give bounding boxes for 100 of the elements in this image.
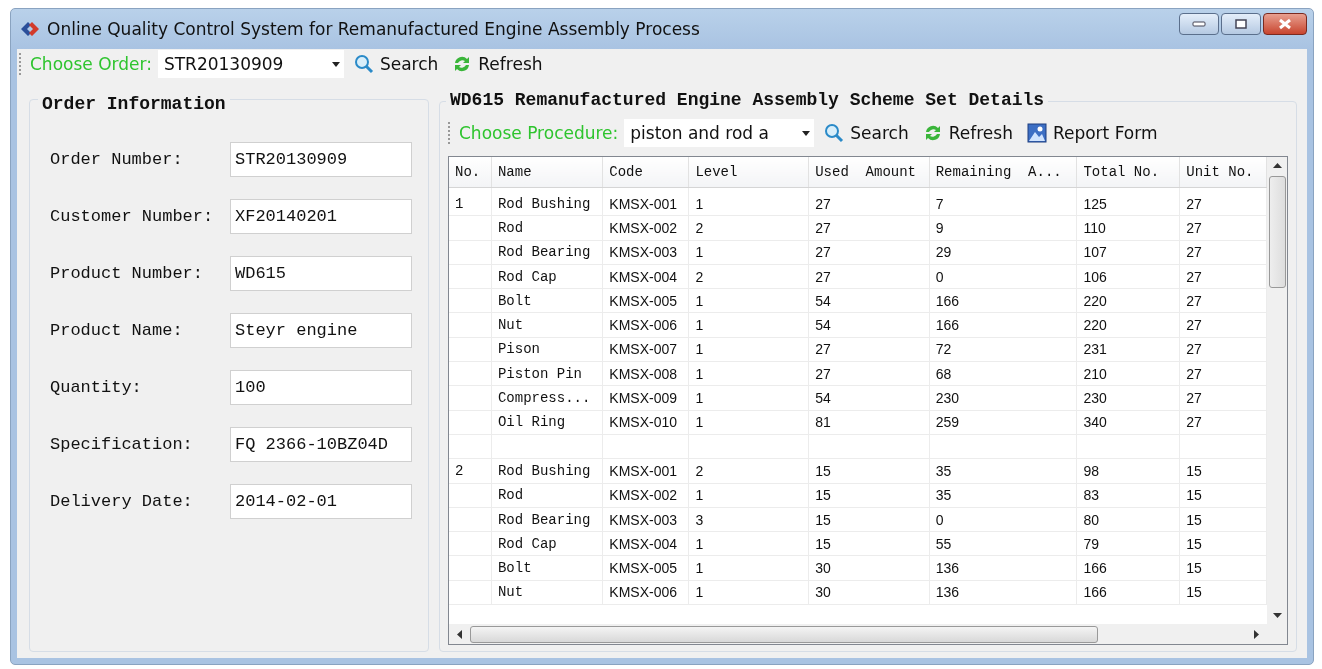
table-cell: 83 <box>1083 487 1099 504</box>
table-cell: 166 <box>1083 560 1107 577</box>
table-cell: 9 <box>935 219 944 236</box>
table-cell: Rod <box>497 219 524 236</box>
table-cell: Bolt <box>497 292 532 309</box>
table-cell: 125 <box>1083 195 1107 212</box>
refresh-button[interactable]: Refresh <box>918 123 1017 143</box>
toolbar-grip <box>19 53 24 75</box>
table-cell: 27 <box>815 268 831 285</box>
column-header[interactable]: Code <box>602 157 689 188</box>
search-button[interactable]: Search <box>349 54 443 74</box>
input-field[interactable]: STR20130909 <box>230 142 412 177</box>
field-label: Specification: <box>50 435 194 454</box>
input-field[interactable]: XF20140201 <box>230 199 412 234</box>
table-cell: 1 <box>695 244 704 261</box>
table-cell: KMSX-001 <box>609 195 677 212</box>
column-header[interactable]: Level <box>688 157 809 188</box>
table-cell: 15 <box>1186 560 1202 577</box>
column-header[interactable]: Name <box>491 157 603 188</box>
table-cell: 1 <box>695 317 704 334</box>
refresh-button[interactable]: Refresh <box>448 54 547 74</box>
table-cell: 2 <box>695 462 704 479</box>
column-header[interactable]: Total No. <box>1076 157 1180 188</box>
table-cell: 79 <box>1083 535 1099 552</box>
horizontal-scrollbar[interactable] <box>449 624 1287 644</box>
table-cell: KMSX-002 <box>609 219 677 236</box>
table-cell: KMSX-010 <box>609 414 677 431</box>
minimize-button[interactable] <box>1179 13 1219 35</box>
field-label: Product Number: <box>50 264 205 283</box>
table-cell: 166 <box>1083 584 1107 601</box>
report-form-button[interactable]: Report Form <box>1022 123 1162 143</box>
order-dropdown[interactable]: STR20130909 <box>157 50 344 78</box>
vertical-scrollbar[interactable] <box>1267 157 1287 624</box>
table-cell: 259 <box>935 414 960 431</box>
table-cell: 54 <box>815 317 831 334</box>
table-cell: 1 <box>695 292 704 309</box>
input-field[interactable]: Steyr engine <box>230 313 412 348</box>
table-cell: KMSX-009 <box>609 390 677 406</box>
table-cell: 15 <box>1186 584 1202 601</box>
maximize-icon <box>1234 19 1248 29</box>
table-cell: Rod Bushing <box>497 462 591 479</box>
table-cell: 35 <box>935 462 952 479</box>
field-label: Product Name: <box>50 321 184 340</box>
procedure-dropdown[interactable]: piston and rod a <box>624 119 815 147</box>
search-icon <box>824 123 845 143</box>
table-cell: 1 <box>695 195 704 212</box>
column-header[interactable]: Unit No. <box>1179 157 1267 188</box>
table-cell: Bolt <box>497 560 532 577</box>
table-cell: 27 <box>1186 414 1202 431</box>
window-title: Online Quality Control System for Remanufactured Engine Assembly Process <box>47 19 701 39</box>
table-cell: 27 <box>1186 244 1202 261</box>
input-field[interactable]: 100 <box>230 370 412 405</box>
scrollbar-thumb[interactable] <box>470 625 1098 643</box>
table-cell: 1 <box>455 195 464 212</box>
table-cell: 107 <box>1083 244 1107 261</box>
table-cell: 27 <box>1186 341 1202 358</box>
table-cell: 27 <box>1186 390 1202 406</box>
search-button[interactable]: Search <box>820 123 913 143</box>
table-cell: 15 <box>815 511 831 528</box>
close-button[interactable] <box>1263 13 1307 35</box>
table-cell: 30 <box>815 560 831 577</box>
maximize-button[interactable] <box>1221 13 1261 35</box>
table-cell: Rod Cap <box>497 535 557 552</box>
table-cell: 230 <box>1083 390 1107 406</box>
table-cell: 55 <box>935 535 952 552</box>
toolbar-grip <box>448 122 453 144</box>
table-cell: Nut <box>497 584 524 601</box>
input-field[interactable]: 2014-02-01 <box>230 484 412 519</box>
down-arrow-icon <box>1272 613 1282 618</box>
table-cell: 27 <box>1186 195 1202 212</box>
table-cell: Rod Bearing <box>497 511 591 528</box>
table-cell: 0 <box>935 268 944 285</box>
table-cell: 27 <box>815 365 831 382</box>
table-cell: KMSX-004 <box>609 535 677 552</box>
table-cell: 210 <box>1083 365 1107 382</box>
table-cell: KMSX-006 <box>609 584 677 601</box>
table-cell: 27 <box>815 341 831 358</box>
table-cell: KMSX-006 <box>609 317 677 334</box>
table-cell: Nut <box>497 317 524 334</box>
column-header[interactable]: Remaining A... <box>929 157 1077 188</box>
table-cell: 3 <box>695 511 704 528</box>
caret-icon <box>331 61 340 67</box>
table-cell: 68 <box>935 365 952 382</box>
column-header[interactable]: Used Amount <box>808 157 930 188</box>
column-header[interactable]: No. <box>449 157 492 188</box>
scrollbar-thumb[interactable] <box>1268 176 1286 288</box>
caret-icon <box>802 130 811 136</box>
table-cell: 1 <box>695 535 704 552</box>
table-cell: KMSX-003 <box>609 244 677 261</box>
table-cell: 220 <box>1083 317 1107 334</box>
table-cell: KMSX-003 <box>609 511 677 528</box>
table-cell: 15 <box>1186 535 1202 552</box>
table-cell: 27 <box>815 244 831 261</box>
table-cell: 80 <box>1083 511 1099 528</box>
table-cell: 2 <box>695 219 704 236</box>
table-cell: 29 <box>935 244 952 261</box>
table-cell: 72 <box>935 341 952 358</box>
input-field[interactable]: FQ 2366-10BZ04D <box>230 427 412 462</box>
table-cell: KMSX-007 <box>609 341 677 358</box>
input-field[interactable]: WD615 <box>230 256 412 291</box>
